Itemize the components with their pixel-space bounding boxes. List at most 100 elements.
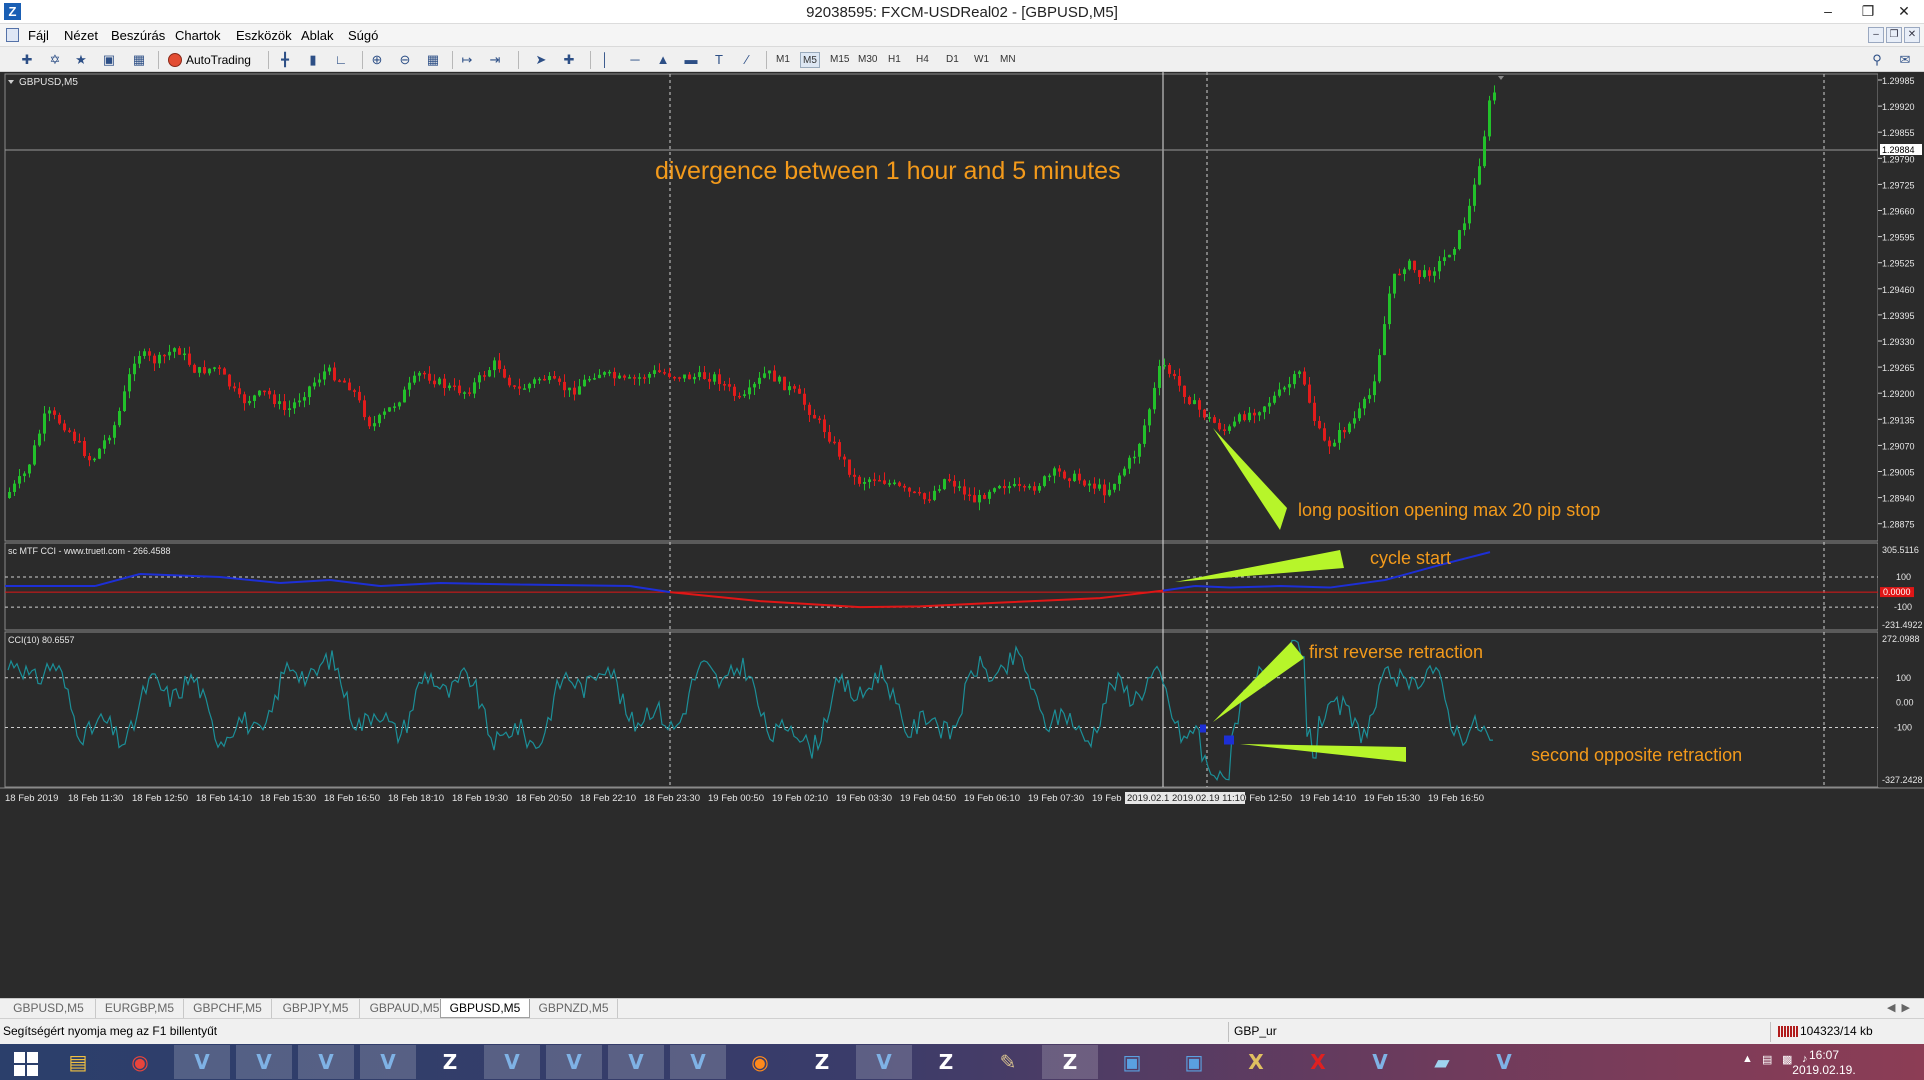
timeframe-d1[interactable]: D1 <box>944 52 961 68</box>
taskbar-app-button[interactable]: V <box>298 1045 354 1079</box>
taskbar-app-button[interactable]: V <box>856 1045 912 1079</box>
clock-date[interactable]: 2019.02.19. <box>1784 1063 1864 1077</box>
chat-icon[interactable]: ✉ <box>1896 51 1914 69</box>
maximize-button[interactable]: ❐ <box>1848 0 1888 24</box>
menu-view[interactable]: Nézet <box>64 28 98 43</box>
menu-insert[interactable]: Beszúrás <box>111 28 165 43</box>
crosshair-icon[interactable]: ✚ <box>560 51 578 69</box>
taskbar-app-button[interactable]: V <box>1476 1045 1532 1079</box>
taskbar-app-button[interactable]: ▣ <box>1166 1045 1222 1079</box>
label-icon[interactable]: ▬ <box>682 51 700 69</box>
taskbar-app-button[interactable]: ▤ <box>50 1045 106 1079</box>
tab-gbpaud-m5[interactable]: GBPAUD,M5 <box>360 999 450 1018</box>
new-chart-icon[interactable]: ✚ <box>18 51 36 69</box>
tab-gbpnzd-m5[interactable]: GBPNZD,M5 <box>530 999 618 1018</box>
timeframe-m30[interactable]: M30 <box>856 52 879 68</box>
price-tick-label: 1.29395 <box>1882 311 1915 321</box>
taskbar-app-button[interactable]: Z <box>918 1045 974 1079</box>
candle-body <box>1208 417 1211 419</box>
candle-body <box>908 487 911 492</box>
timeframe-w1[interactable]: W1 <box>972 52 991 68</box>
time-tick-label: 19 Feb <box>1092 793 1122 804</box>
taskbar-app-button[interactable]: Z <box>422 1045 478 1079</box>
timeframe-mn[interactable]: MN <box>998 52 1018 68</box>
menu-charts[interactable]: Chartok <box>175 28 221 43</box>
taskbar-app-button[interactable]: V <box>670 1045 726 1079</box>
candle-body <box>143 351 146 356</box>
cursor-icon[interactable]: ➤ <box>532 51 550 69</box>
profiles-icon[interactable]: ✡ <box>46 51 64 69</box>
triangle-icon[interactable]: ▲ <box>654 51 672 69</box>
candle-body <box>838 442 841 457</box>
taskbar-app-button[interactable]: V <box>236 1045 292 1079</box>
taskbar-app-button[interactable]: ◉ <box>112 1045 168 1079</box>
child-close-button[interactable]: ✕ <box>1904 27 1920 43</box>
candle-body <box>73 431 76 441</box>
timeframe-m15[interactable]: M15 <box>828 52 851 68</box>
candle-body <box>753 383 756 388</box>
taskbar-app-button[interactable]: V <box>1352 1045 1408 1079</box>
tab-eurgbp-m5[interactable]: EURGBP,M5 <box>96 999 184 1018</box>
document-icon[interactable] <box>6 28 19 42</box>
candlestick-icon[interactable]: ▮ <box>304 51 322 69</box>
menu-file[interactable]: Fájl <box>28 28 49 43</box>
tab-gbpusd-m5[interactable]: GBPUSD,M5 <box>2 999 96 1018</box>
close-button[interactable]: ✕ <box>1884 0 1924 24</box>
zoom-out-icon[interactable]: ⊖ <box>396 51 414 69</box>
candle-body <box>1238 414 1241 422</box>
taskbar-app-button[interactable]: X <box>1290 1045 1346 1079</box>
autotrading-button[interactable]: AutoTrading <box>166 50 255 70</box>
clock-time[interactable]: 16:07 <box>1784 1048 1864 1062</box>
tab-gbpusd-m5-active[interactable]: GBPUSD,M5 <box>440 999 530 1018</box>
text-icon[interactable]: T <box>710 51 728 69</box>
menu-tools[interactable]: Eszközök <box>236 28 292 43</box>
taskbar-app-button[interactable]: V <box>174 1045 230 1079</box>
vertical-line-icon[interactable]: │ <box>596 51 614 69</box>
taskbar-app-button[interactable]: ▣ <box>1104 1045 1160 1079</box>
taskbar-app-button[interactable]: V <box>546 1045 602 1079</box>
chart-window[interactable]: 1.29985 1.29920 1.29855 1.29790 1.29725 1.296… <box>0 72 1924 998</box>
menu-window[interactable]: Ablak <box>301 28 334 43</box>
navigator-icon[interactable]: ▣ <box>100 51 118 69</box>
chart-canvas[interactable]: 1.29985 1.29920 1.29855 1.29790 1.29725 1.296… <box>0 72 1924 998</box>
child-restore-button[interactable]: ❐ <box>1886 27 1902 43</box>
auto-scroll-icon[interactable]: ↦ <box>458 51 476 69</box>
taskbar-app-button[interactable]: V <box>360 1045 416 1079</box>
horizontal-line-icon[interactable]: ─ <box>626 51 644 69</box>
candle-body <box>1228 426 1231 431</box>
market-watch-icon[interactable]: ★ <box>72 51 90 69</box>
line-chart-icon[interactable]: ∟ <box>332 51 350 69</box>
tab-gbpjpy-m5[interactable]: GBPJPY,M5 <box>272 999 360 1018</box>
menu-help[interactable]: Súgó <box>348 28 378 43</box>
taskbar-app-button[interactable]: V <box>484 1045 540 1079</box>
timeframe-h1[interactable]: H1 <box>886 52 903 68</box>
strategy-tester-icon[interactable]: ▦ <box>130 51 148 69</box>
trendline-icon[interactable]: ∕ <box>738 51 756 69</box>
bar-chart-icon[interactable]: ╋ <box>276 51 294 69</box>
tray-expand-icon[interactable]: ▲ <box>1742 1053 1753 1065</box>
taskbar-app-button[interactable]: ▰ <box>1414 1045 1470 1079</box>
taskbar-app-button[interactable]: Z <box>794 1045 850 1079</box>
tab-gbpchf-m5[interactable]: GBPCHF,M5 <box>184 999 272 1018</box>
candle-body <box>1183 385 1186 397</box>
taskbar-app-button[interactable]: ✎ <box>980 1045 1036 1079</box>
taskbar-app-button[interactable]: Z <box>1042 1045 1098 1079</box>
timeframe-h4[interactable]: H4 <box>914 52 931 68</box>
start-button[interactable] <box>6 1050 50 1076</box>
candle-body <box>743 394 746 396</box>
taskbar-app-button[interactable]: ◉ <box>732 1045 788 1079</box>
search-icon[interactable]: ⚲ <box>1868 51 1886 69</box>
zoom-in-icon[interactable]: ⊕ <box>368 51 386 69</box>
taskbar-app-button[interactable]: X <box>1228 1045 1284 1079</box>
chart-shift-icon[interactable]: ⇥ <box>486 51 504 69</box>
child-minimize-button[interactable]: – <box>1868 27 1884 43</box>
candle-body <box>943 479 946 490</box>
timeframe-m1[interactable]: M1 <box>774 52 792 68</box>
taskbar-app-button[interactable]: V <box>608 1045 664 1079</box>
tab-scroll-arrows[interactable]: ◀ ▶ <box>1887 1001 1910 1014</box>
tile-windows-icon[interactable]: ▦ <box>424 51 442 69</box>
candle-body <box>273 394 276 405</box>
minimize-button[interactable]: – <box>1808 0 1848 24</box>
tray-network-icon[interactable]: ▤ <box>1762 1053 1772 1066</box>
timeframe-m5[interactable]: M5 <box>800 52 820 68</box>
